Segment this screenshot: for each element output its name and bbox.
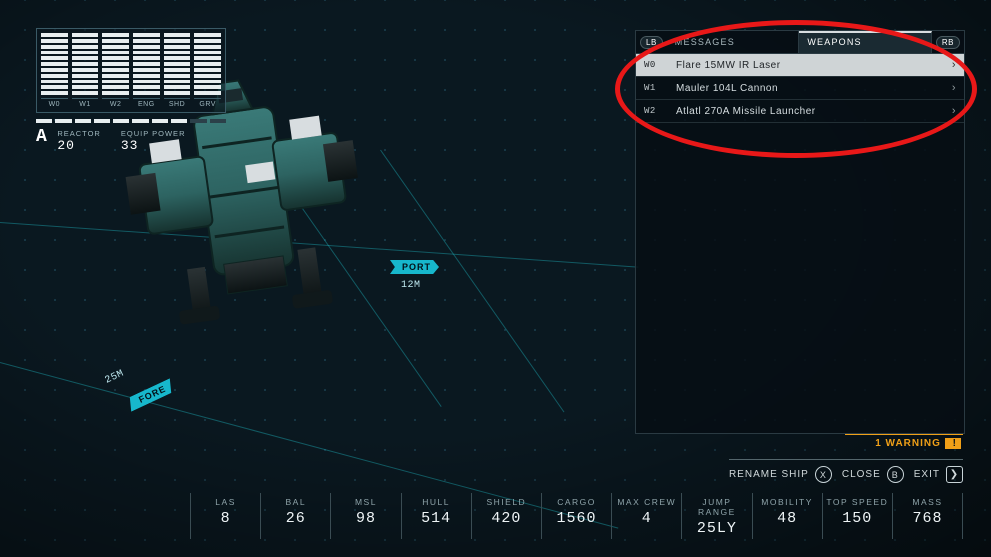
stat-label: MAX CREW: [614, 497, 679, 507]
stat-label: JUMP RANGE: [684, 497, 749, 517]
equip-power-label: EQUIP POWER: [121, 129, 186, 138]
weapon-row-w1[interactable]: W1 Mauler 104L Cannon ›: [636, 77, 964, 100]
stat-cargo: CARGO 1560: [541, 493, 611, 539]
rename-ship-label: RENAME SHIP: [729, 469, 809, 480]
gauge-label: W2: [102, 98, 129, 108]
chevron-right-icon: ›: [952, 82, 956, 94]
weapon-slot-label: W0: [644, 60, 662, 70]
stat-jump-range: JUMP RANGE 25LY: [681, 493, 751, 539]
power-gauge-w2[interactable]: W2: [102, 33, 129, 108]
weapon-name: Mauler 104L Cannon: [676, 83, 938, 94]
stat-hull: HULL 514: [401, 493, 471, 539]
port-measure: 12M: [401, 280, 421, 291]
stat-label: MSL: [333, 497, 398, 507]
reactor-readout: REACTOR 20: [57, 129, 101, 153]
warning-badge[interactable]: 1 WARNING: [845, 434, 963, 455]
stat-label: CARGO: [544, 497, 609, 507]
ship-stat-bar: LAS8BAL26MSL98HULL514SHIELD420CARGO1560M…: [190, 493, 963, 539]
x-key-icon: X: [815, 466, 832, 483]
stat-label: SHIELD: [474, 497, 539, 507]
stat-value: 25LY: [684, 520, 749, 537]
b-key-icon: B: [887, 466, 904, 483]
power-gauge-grv[interactable]: GRV: [194, 33, 221, 108]
port-axis-label: PORT: [402, 262, 431, 272]
power-gauge-eng[interactable]: ENG: [133, 33, 160, 108]
gauge-label: GRV: [194, 98, 221, 108]
stat-label: TOP SPEED: [825, 497, 890, 507]
stat-label: MASS: [895, 497, 960, 507]
weapon-slot-label: W2: [644, 106, 662, 116]
stat-value: 98: [333, 510, 398, 527]
stat-value: 420: [474, 510, 539, 527]
equip-power-value: 33: [121, 138, 186, 153]
weapon-row-w2[interactable]: W2 Atlatl 270A Missile Launcher ›: [636, 100, 964, 123]
reactor-label: REACTOR: [57, 129, 101, 138]
stat-shield: SHIELD 420: [471, 493, 541, 539]
lb-bumper-icon[interactable]: LB: [640, 36, 663, 49]
rename-ship-button[interactable]: RENAME SHIP X: [729, 466, 832, 483]
close-button[interactable]: CLOSE B: [842, 466, 904, 483]
power-gauge-shd[interactable]: SHD: [164, 33, 191, 108]
stat-value: 768: [895, 510, 960, 527]
gauge-label: ENG: [133, 98, 160, 108]
chevron-right-icon: ›: [952, 59, 956, 71]
power-gauges: W0 W1W2 ENG SHDGRV: [36, 28, 226, 113]
action-row: 1 WARNING RENAME SHIP X CLOSE B EXIT ❯: [729, 433, 963, 483]
stat-bal: BAL 26: [260, 493, 330, 539]
stat-label: HULL: [404, 497, 469, 507]
stat-max-crew: MAX CREW 4: [611, 493, 681, 539]
panel-tab-row: LB MESSAGESWEAPONS RB: [636, 31, 964, 54]
power-gauge-w0[interactable]: W0: [41, 33, 68, 108]
gauge-label: W0: [41, 98, 68, 108]
ship-marker-icon: A: [36, 123, 47, 147]
stat-label: MOBILITY: [755, 497, 820, 507]
port-axis-tag: PORT: [390, 260, 439, 274]
stat-top-speed: TOP SPEED 150: [822, 493, 892, 539]
gauge-label: SHD: [164, 98, 191, 108]
stat-label: BAL: [263, 497, 328, 507]
equip-power-readout: EQUIP POWER 33: [121, 129, 186, 153]
stat-value: 48: [755, 510, 820, 527]
rb-bumper-icon[interactable]: RB: [936, 36, 960, 49]
panel-body-empty: [636, 123, 964, 433]
close-label: CLOSE: [842, 469, 881, 480]
gauge-label: W1: [72, 98, 99, 108]
stat-value: 1560: [544, 510, 609, 527]
weapon-slot-label: W1: [644, 83, 662, 93]
tab-messages[interactable]: MESSAGES: [667, 31, 800, 53]
stat-label: LAS: [193, 497, 258, 507]
stat-value: 8: [193, 510, 258, 527]
power-gauge-block: W0 W1W2 ENG SHDGRV A REACTOR 20 EQUIP POWER…: [36, 28, 226, 153]
stat-value: 150: [825, 510, 890, 527]
weapon-name: Flare 15MW IR Laser: [676, 60, 938, 71]
exit-button[interactable]: EXIT ❯: [914, 466, 963, 483]
weapon-row-w0[interactable]: W0 Flare 15MW IR Laser ›: [636, 54, 964, 77]
weapon-rows: W0 Flare 15MW IR Laser › W1 Mauler 104L Cann…: [636, 54, 964, 123]
stat-value: 26: [263, 510, 328, 527]
exit-label: EXIT: [914, 469, 940, 480]
reactor-value: 20: [57, 138, 101, 153]
weapon-name: Atlatl 270A Missile Launcher: [676, 106, 938, 117]
side-panel: LB MESSAGESWEAPONS RB W0 Flare 15MW IR La…: [635, 30, 965, 434]
stat-value: 514: [404, 510, 469, 527]
power-gauge-w1[interactable]: W1: [72, 33, 99, 108]
tab-weapons[interactable]: WEAPONS: [799, 31, 932, 53]
stat-mass: MASS 768: [892, 493, 963, 539]
exit-icon: ❯: [946, 466, 963, 483]
stat-value: 4: [614, 510, 679, 527]
stat-las: LAS 8: [190, 493, 260, 539]
stat-msl: MSL 98: [330, 493, 400, 539]
chevron-right-icon: ›: [952, 105, 956, 117]
stat-mobility: MOBILITY 48: [752, 493, 822, 539]
